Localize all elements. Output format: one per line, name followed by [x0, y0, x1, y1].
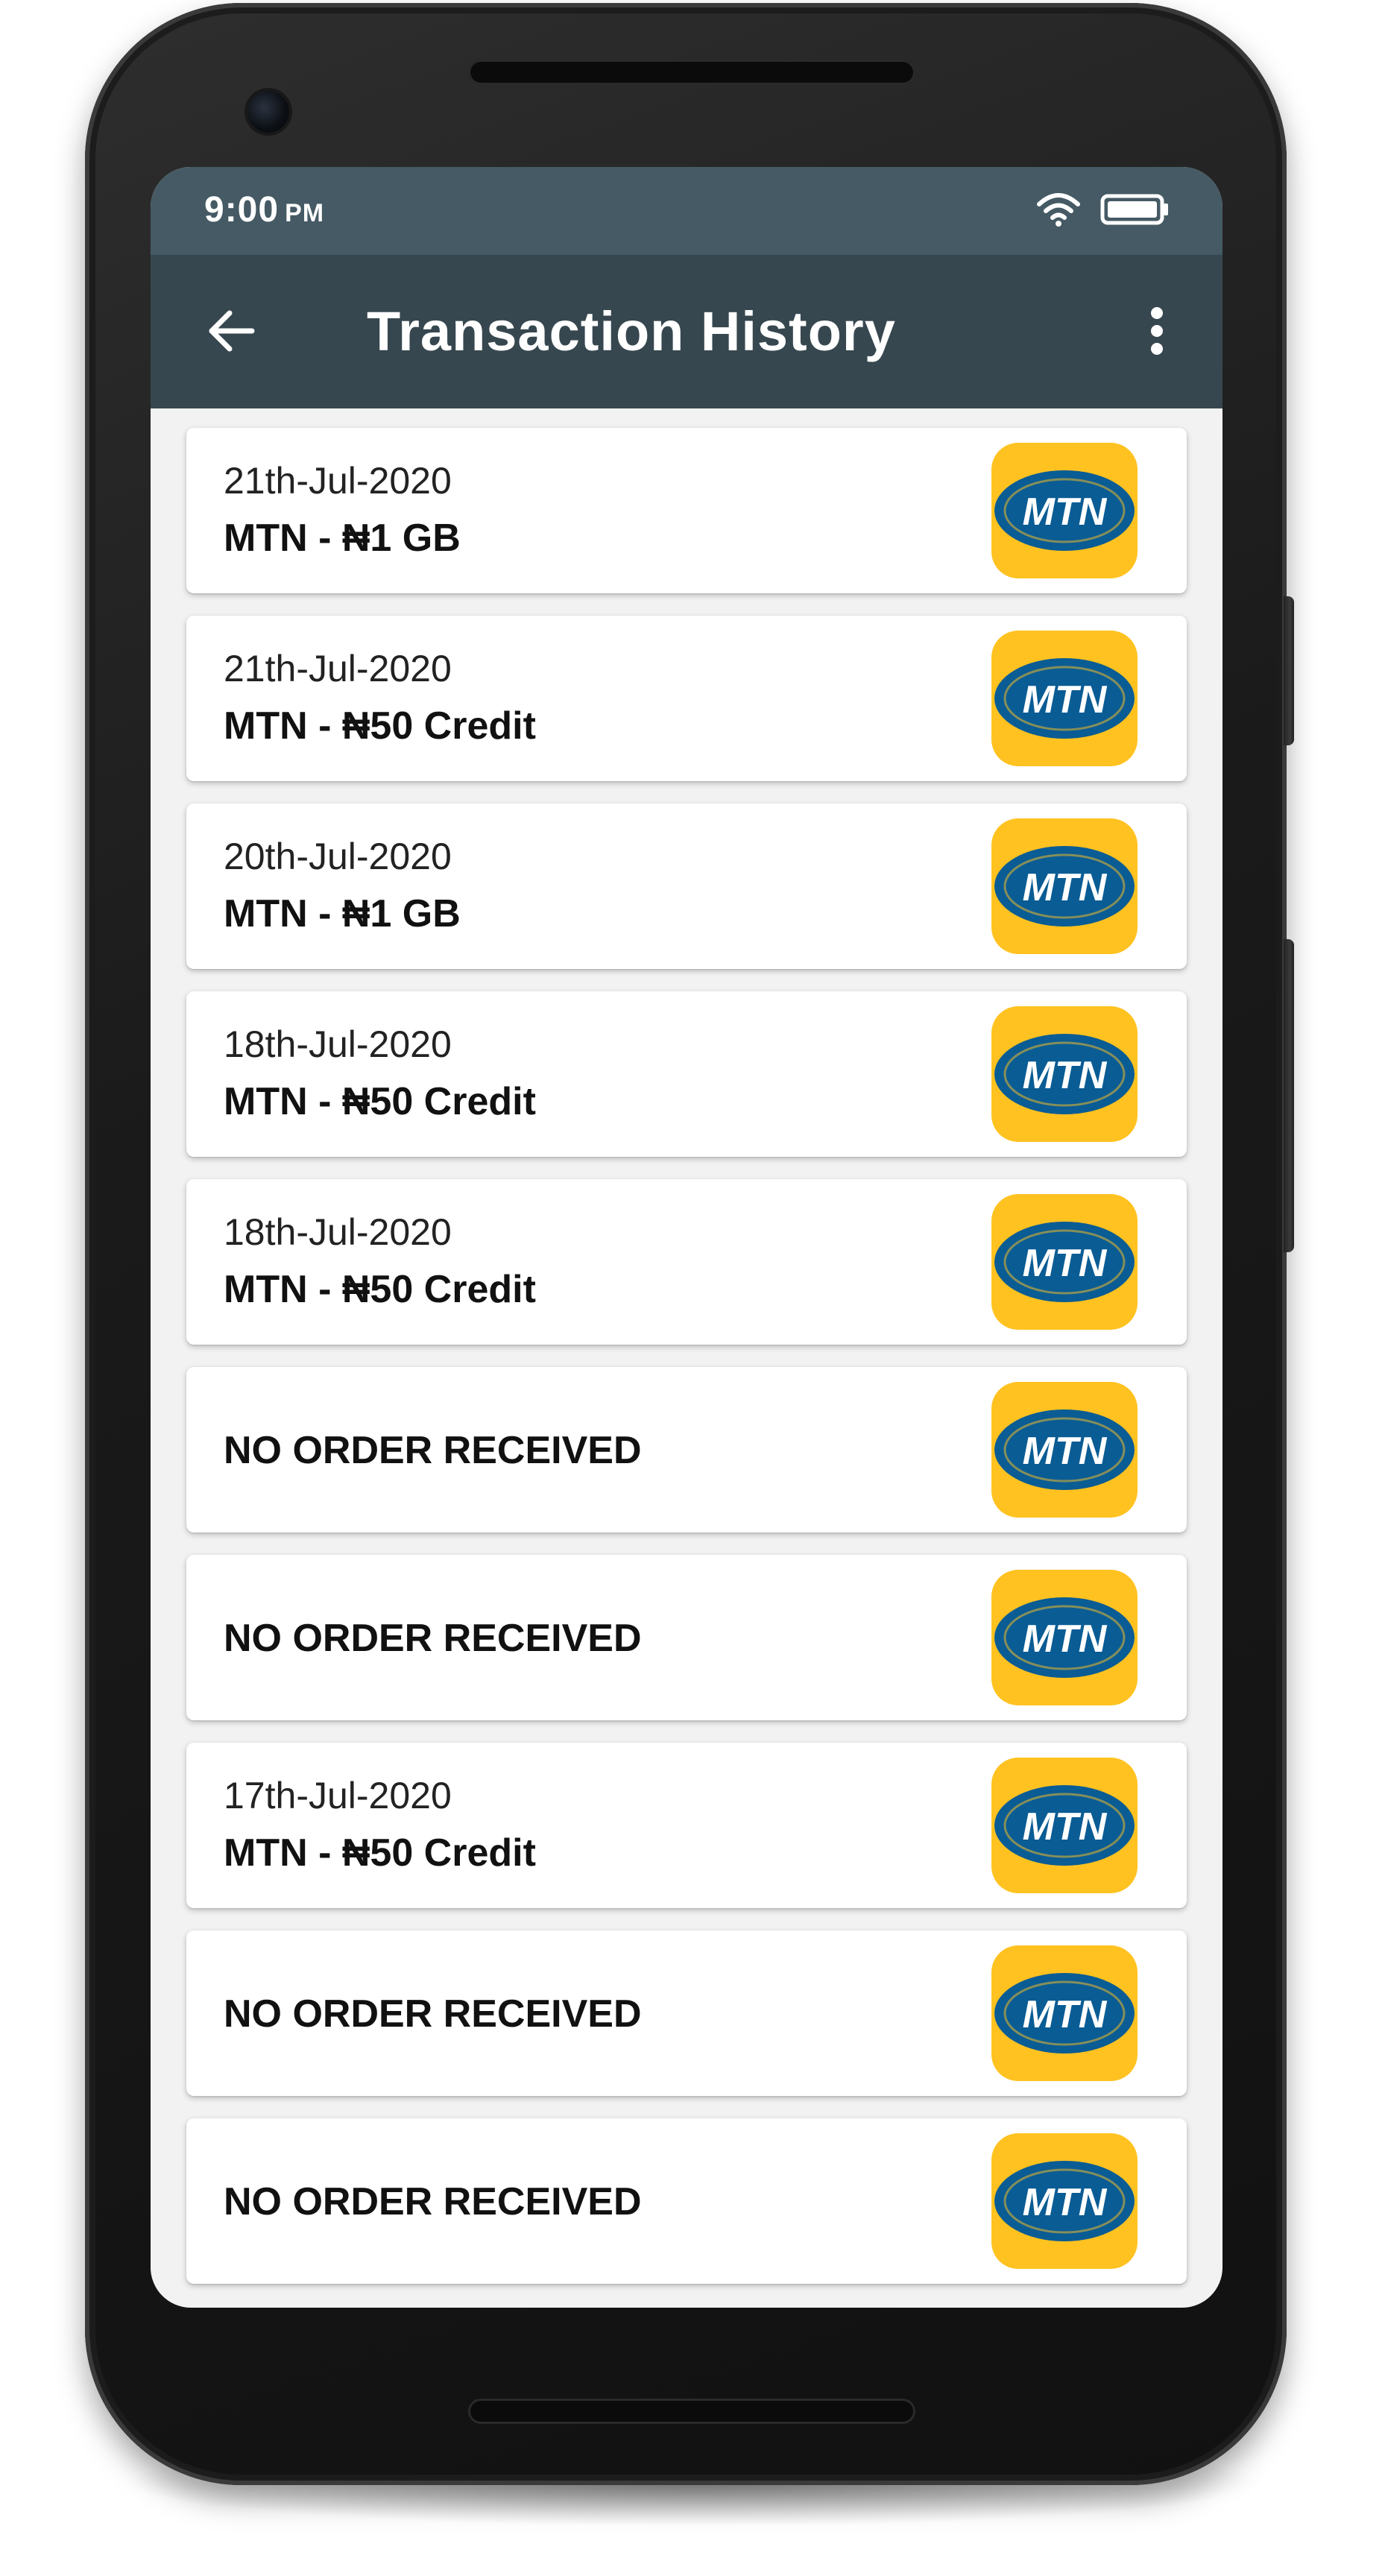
- status-time-ampm: PM: [285, 199, 325, 227]
- mtn-logo-text: MTN: [1023, 490, 1108, 534]
- power-button: [1284, 939, 1294, 1252]
- mtn-logo-text: MTN: [1023, 1242, 1108, 1285]
- transaction-description: MTN - ₦50 Credit: [224, 1831, 536, 1875]
- app-bar: Transaction History: [151, 255, 1222, 408]
- transaction-card[interactable]: 18th-Jul-2020 MTN - ₦50 Credit MTN: [186, 1179, 1187, 1345]
- transaction-description: MTN - ₦1 GB: [224, 517, 461, 560]
- transaction-date: 21th-Jul-2020: [224, 460, 452, 502]
- mtn-logo-text: MTN: [1023, 1054, 1108, 1097]
- mtn-logo-text: MTN: [1023, 1617, 1108, 1661]
- arrow-left-icon: [204, 304, 258, 362]
- transaction-card[interactable]: 21th-Jul-2020 MTN - ₦50 Credit MTN: [186, 616, 1187, 781]
- status-time: 9:00 PM: [204, 189, 324, 230]
- status-time-value: 9:00: [204, 190, 280, 230]
- transaction-date: 21th-Jul-2020: [224, 648, 452, 689]
- wifi-icon: [1036, 191, 1081, 232]
- mtn-logo-icon: MTN: [991, 1382, 1138, 1518]
- mtn-logo-text: MTN: [1023, 1430, 1108, 1473]
- mtn-logo-icon: MTN: [991, 1945, 1138, 2081]
- battery-icon: [1100, 192, 1169, 230]
- transaction-card[interactable]: 20th-Jul-2020 MTN - ₦1 GB MTN: [186, 804, 1187, 969]
- transaction-description: MTN - ₦1 GB: [224, 892, 461, 935]
- volume-button: [1284, 596, 1294, 745]
- mtn-logo-text: MTN: [1023, 678, 1108, 722]
- transaction-card-empty[interactable]: NO ORDER RECEIVED MTN: [186, 1367, 1187, 1532]
- mtn-logo-icon: MTN: [991, 631, 1138, 766]
- mtn-logo-icon: MTN: [991, 2133, 1138, 2269]
- bottom-speaker: [468, 2399, 915, 2424]
- transaction-card-empty[interactable]: NO ORDER RECEIVED MTN: [186, 1555, 1187, 1720]
- transaction-date: 18th-Jul-2020: [224, 1211, 452, 1253]
- transaction-date: 18th-Jul-2020: [224, 1023, 452, 1065]
- front-camera: [247, 91, 289, 133]
- mtn-logo-text: MTN: [1023, 1993, 1108, 2036]
- status-bar: 9:00 PM: [151, 167, 1222, 255]
- mtn-logo-icon: MTN: [991, 1194, 1138, 1330]
- page-title: Transaction History: [367, 300, 896, 362]
- mtn-logo-icon: MTN: [991, 443, 1138, 578]
- transaction-card[interactable]: 17th-Jul-2020 MTN - ₦50 Credit MTN: [186, 1743, 1187, 1908]
- phone-screen: 9:00 PM Transaction History 21th-Jul-202…: [151, 167, 1222, 2308]
- no-order-label: NO ORDER RECEIVED: [224, 2180, 642, 2223]
- transaction-card-empty[interactable]: NO ORDER RECEIVED MTN: [186, 1931, 1187, 2096]
- mtn-logo-icon: MTN: [991, 1758, 1138, 1893]
- transaction-card-empty[interactable]: NO ORDER RECEIVED MTN: [186, 2118, 1187, 2284]
- no-order-label: NO ORDER RECEIVED: [224, 1617, 642, 1660]
- earpiece-speaker: [468, 60, 915, 85]
- more-vert-icon: [1148, 304, 1166, 362]
- transaction-card[interactable]: 21th-Jul-2020 MTN - ₦1 GB MTN: [186, 428, 1187, 593]
- transaction-description: MTN - ₦50 Credit: [224, 704, 536, 748]
- no-order-label: NO ORDER RECEIVED: [224, 1429, 642, 1472]
- status-icons: [1036, 191, 1169, 231]
- transaction-description: MTN - ₦50 Credit: [224, 1080, 536, 1123]
- mtn-logo-icon: MTN: [991, 818, 1138, 954]
- mtn-logo-icon: MTN: [991, 1570, 1138, 1705]
- transaction-card[interactable]: 18th-Jul-2020 MTN - ₦50 Credit MTN: [186, 991, 1187, 1157]
- back-button[interactable]: [195, 297, 267, 368]
- transaction-date: 17th-Jul-2020: [224, 1775, 452, 1816]
- mtn-logo-text: MTN: [1023, 2181, 1108, 2224]
- transaction-description: MTN - ₦50 Credit: [224, 1268, 536, 1311]
- mtn-logo-text: MTN: [1023, 866, 1108, 909]
- mtn-logo-text: MTN: [1023, 1805, 1108, 1849]
- no-order-label: NO ORDER RECEIVED: [224, 1992, 642, 2036]
- mtn-logo-icon: MTN: [991, 1006, 1138, 1142]
- overflow-menu-button[interactable]: [1121, 297, 1193, 368]
- transaction-date: 20th-Jul-2020: [224, 836, 452, 877]
